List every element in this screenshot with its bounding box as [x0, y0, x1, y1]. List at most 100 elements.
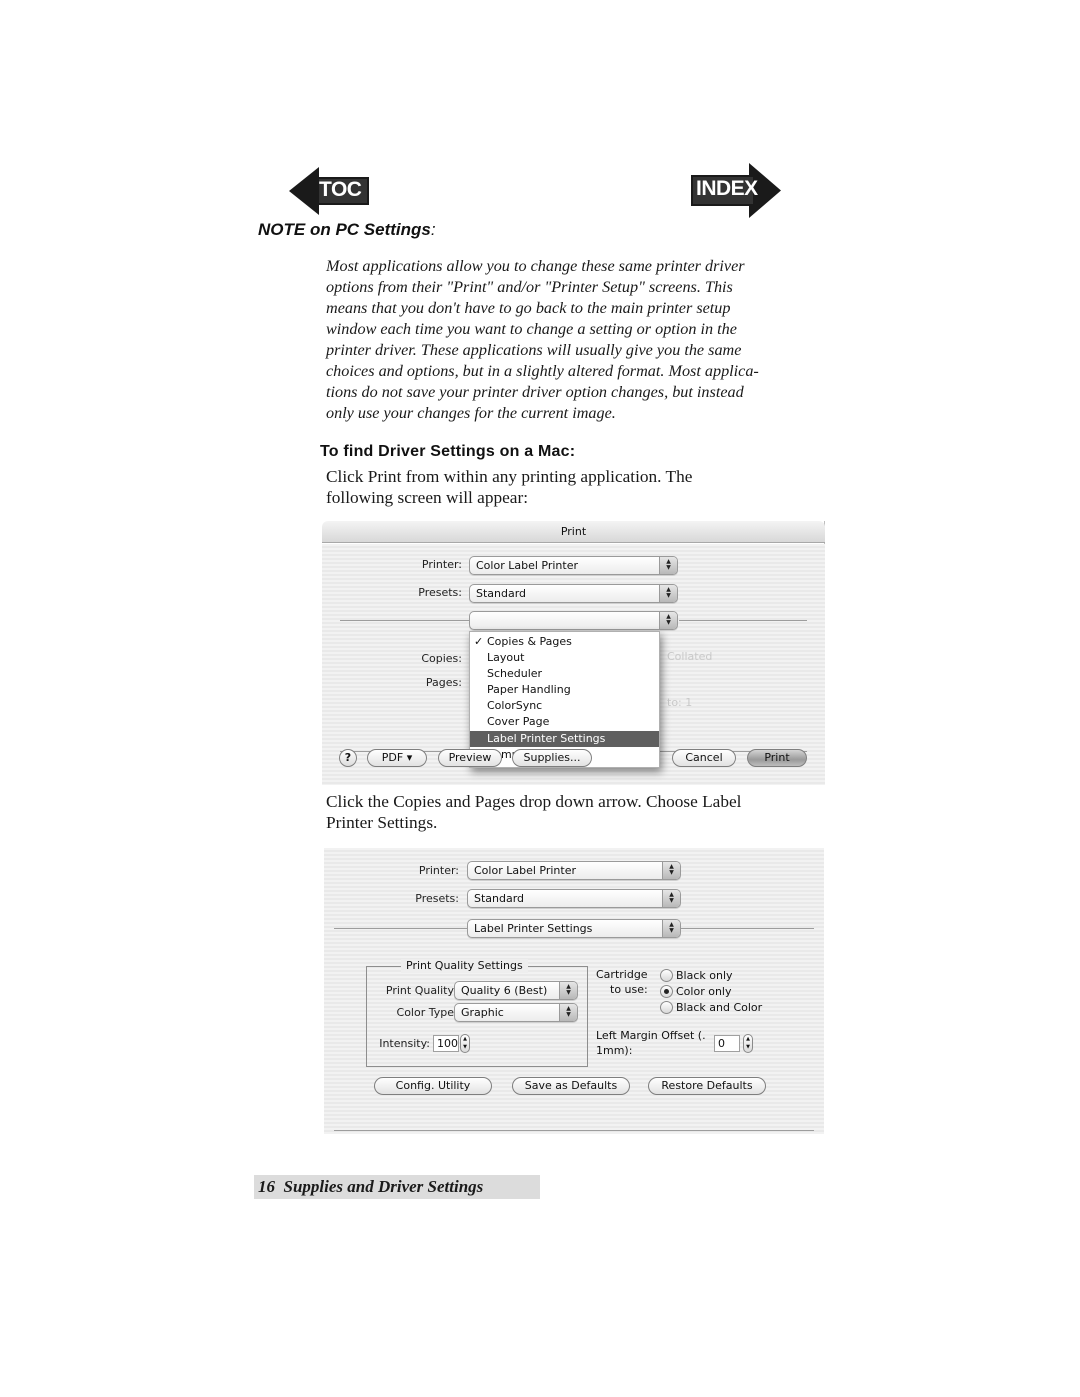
- left-margin-stepper[interactable]: ▲ ▼: [743, 1034, 753, 1053]
- note-line: choices and options, but in a slightly a…: [326, 362, 759, 380]
- pages-to-ghost-text: to: 1: [667, 696, 693, 709]
- printer-select-value: Color Label Printer: [474, 864, 576, 877]
- pages-label: Pages:: [425, 676, 462, 689]
- config-utility-button[interactable]: Config. Utility: [374, 1077, 492, 1095]
- note-line: options from their "Print" and/or "Print…: [326, 278, 733, 296]
- color-type-select[interactable]: Graphic ▲ ▼: [454, 1003, 578, 1022]
- cartridge-label-line2: to use:: [610, 983, 648, 996]
- copies-label: Copies:: [421, 652, 462, 665]
- separator-line: [340, 620, 470, 621]
- supplies-button[interactable]: Supplies...: [512, 749, 592, 767]
- radio-black-only[interactable]: [660, 969, 673, 982]
- printer-select[interactable]: Color Label Printer ▲ ▼: [467, 861, 681, 880]
- note-line: window each time you want to change a se…: [326, 320, 737, 338]
- toc-button[interactable]: TOC: [289, 167, 371, 215]
- separator-line: [334, 1130, 814, 1131]
- panel-select-value: Label Printer Settings: [474, 922, 593, 935]
- instruction-paragraph-1: Click Print from within any printing app…: [326, 466, 816, 508]
- presets-select-value: Standard: [474, 892, 525, 905]
- restore-defaults-button[interactable]: Restore Defaults: [648, 1077, 766, 1095]
- panel-select[interactable]: Label Printer Settings ▲ ▼: [467, 919, 681, 938]
- preview-button[interactable]: Preview: [438, 749, 502, 767]
- print-dialog-body: Printer: Color Label Printer ▲ ▼ Presets:…: [322, 544, 825, 785]
- print-quality-select[interactable]: Quality 6 (Best) ▲ ▼: [454, 981, 578, 1000]
- note-line: printer driver. These applications will …: [326, 341, 742, 359]
- dialog-title: Print: [560, 525, 587, 538]
- print-dialog-screenshot: Print Printer: Color Label Printer ▲ ▼ Pr…: [322, 521, 825, 785]
- separator-line: [334, 928, 467, 929]
- updown-arrows-icon: ▲ ▼: [559, 982, 577, 999]
- note-line: means that you don't have to go back to …: [326, 299, 731, 317]
- separator-line: [679, 620, 807, 621]
- radio-label-black-only: Black only: [676, 969, 733, 982]
- menu-item-scheduler[interactable]: Scheduler: [470, 666, 659, 682]
- section-heading: To find Driver Settings on a Mac:: [320, 443, 576, 460]
- presets-select-value: Standard: [476, 587, 527, 600]
- radio-color-only[interactable]: [660, 985, 673, 998]
- note-line: only use your changes for the current im…: [326, 404, 616, 422]
- radio-label-color-only: Color only: [676, 985, 732, 998]
- footer-section-title: Supplies and Driver Settings: [283, 1177, 484, 1196]
- updown-arrows-icon: ▲ ▼: [662, 920, 680, 937]
- help-button[interactable]: ?: [339, 749, 357, 767]
- index-button[interactable]: INDEX: [691, 163, 781, 218]
- radio-black-and-color[interactable]: [660, 1001, 673, 1014]
- paragraph-line: following screen will appear:: [326, 488, 529, 507]
- group-title: Print Quality Settings: [401, 959, 528, 973]
- updown-arrows-icon: ▲ ▼: [662, 890, 680, 907]
- note-body: Most applications allow you to change th…: [326, 256, 806, 424]
- toc-label: TOC: [319, 178, 362, 201]
- printer-label: Printer:: [421, 558, 462, 571]
- panel-select[interactable]: ▲ ▼: [469, 611, 678, 630]
- note-heading: NOTE on PC Settings:: [258, 220, 436, 240]
- radio-label-black-and-color: Black and Color: [676, 1001, 763, 1014]
- menu-item-paper-handling[interactable]: Paper Handling: [470, 682, 659, 698]
- instruction-paragraph-2: Click the Copies and Pages drop down arr…: [326, 791, 816, 833]
- updown-arrows-icon: ▲ ▼: [559, 1004, 577, 1021]
- presets-select[interactable]: Standard ▲ ▼: [469, 584, 678, 603]
- presets-label: Presets:: [418, 586, 462, 599]
- index-label: INDEX: [696, 177, 758, 200]
- cartridge-label: Cartridge: [596, 968, 648, 981]
- menu-item-colorsync[interactable]: ColorSync: [470, 698, 659, 714]
- collated-ghost-text: Collated: [667, 650, 713, 663]
- presets-select[interactable]: Standard ▲ ▼: [467, 889, 681, 908]
- printer-select[interactable]: Color Label Printer ▲ ▼: [469, 556, 678, 575]
- panel-dropdown-menu: ✓ Copies & Pages Layout Scheduler Paper H…: [469, 631, 660, 768]
- paragraph-line: Printer Settings.: [326, 813, 438, 832]
- note-line: Most applications allow you to change th…: [326, 257, 745, 275]
- page-footer: 16 Supplies and Driver Settings: [254, 1175, 540, 1199]
- paragraph-line: Click Print from within any printing app…: [326, 467, 693, 486]
- save-as-defaults-button[interactable]: Save as Defaults: [512, 1077, 630, 1095]
- updown-arrows-icon: ▲ ▼: [659, 612, 677, 629]
- updown-arrows-icon: ▲ ▼: [662, 862, 680, 879]
- print-quality-value: Quality 6 (Best): [461, 984, 548, 997]
- color-type-value: Graphic: [461, 1006, 504, 1019]
- updown-arrows-icon: ▲ ▼: [659, 557, 677, 574]
- footer-text: 16 Supplies and Driver Settings: [258, 1177, 483, 1197]
- print-button[interactable]: Print: [747, 749, 807, 767]
- checkmark-icon: ✓: [474, 635, 484, 648]
- intensity-field[interactable]: 100: [433, 1035, 459, 1052]
- intensity-stepper[interactable]: ▲ ▼: [460, 1034, 470, 1053]
- label-printer-settings-screenshot: Printer: Color Label Printer ▲ ▼ Presets:…: [324, 848, 824, 1134]
- cancel-button[interactable]: Cancel: [672, 749, 736, 767]
- paragraph-line: Click the Copies and Pages drop down arr…: [326, 792, 742, 811]
- note-heading-colon: :: [430, 220, 436, 239]
- note-line: tions do not save your printer driver op…: [326, 383, 744, 401]
- color-type-label: Color Type: [396, 1006, 454, 1019]
- menu-item-cover-page[interactable]: Cover Page: [470, 714, 659, 730]
- page-number: 16: [258, 1177, 275, 1196]
- dialog-titlebar: Print: [322, 521, 825, 543]
- left-margin-label: Left Margin Offset (.: [596, 1029, 706, 1042]
- menu-item-label-printer-settings[interactable]: Label Printer Settings: [470, 731, 659, 747]
- pdf-button[interactable]: PDF ▾: [367, 749, 427, 767]
- printer-label: Printer:: [418, 864, 459, 877]
- note-heading-text: NOTE on PC Settings: [258, 220, 431, 239]
- presets-label: Presets:: [415, 892, 459, 905]
- left-margin-label-line2: 1mm):: [596, 1044, 633, 1057]
- menu-item-copies-pages[interactable]: ✓ Copies & Pages: [470, 634, 659, 650]
- menu-item-layout[interactable]: Layout: [470, 650, 659, 666]
- left-margin-field[interactable]: 0: [714, 1035, 740, 1052]
- intensity-label: Intensity:: [379, 1037, 430, 1050]
